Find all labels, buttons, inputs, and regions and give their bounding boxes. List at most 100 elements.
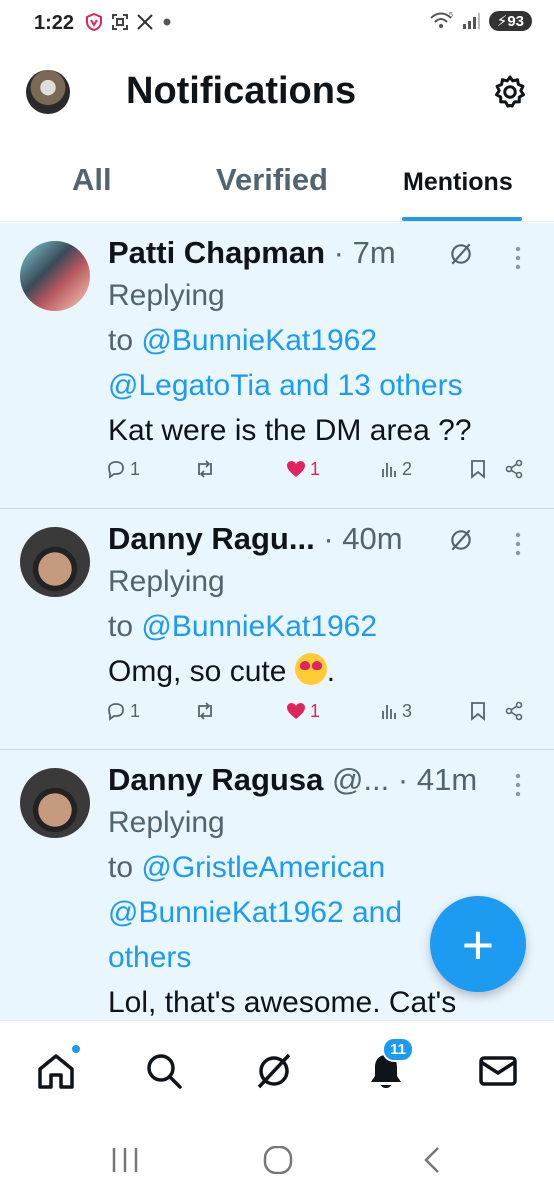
avatar[interactable] xyxy=(20,241,90,311)
nav-notifications[interactable]: 11 xyxy=(364,1037,414,1093)
reply-icon xyxy=(108,703,124,721)
status-notification-icons xyxy=(84,12,174,32)
home-icon xyxy=(38,1054,74,1089)
avatar[interactable] xyxy=(20,527,90,597)
views-count: 3 xyxy=(402,700,413,721)
views-chart-icon xyxy=(382,705,396,719)
tab-all[interactable]: All xyxy=(72,162,112,198)
wifi-icon: 5 xyxy=(430,12,453,28)
replying-label: Replying xyxy=(108,565,225,598)
nav-search[interactable] xyxy=(142,1049,186,1093)
app-header: Notifications xyxy=(0,60,554,130)
reply-button[interactable]: 1 xyxy=(106,459,140,480)
home-new-indicator xyxy=(70,1043,82,1055)
search-icon xyxy=(147,1054,182,1089)
page-title: Notifications xyxy=(126,70,357,112)
reply-button[interactable]: 1 xyxy=(106,701,140,722)
replying-to-label: to xyxy=(108,324,134,357)
author-handle: @... xyxy=(331,762,390,797)
repost-button[interactable] xyxy=(194,701,216,721)
reply-count: 1 xyxy=(130,700,141,721)
nav-home[interactable] xyxy=(34,1043,82,1093)
dot-icon xyxy=(163,18,171,26)
recent-apps-icon[interactable] xyxy=(110,1146,140,1174)
avatar[interactable] xyxy=(20,768,90,838)
mention-link[interactable]: @LegatoTia and 13 others xyxy=(108,363,534,408)
list-item[interactable]: Danny Ragu... · 40m Replying to @BunnieK… xyxy=(0,509,554,750)
mention-link[interactable]: @BunnieKat1962 xyxy=(141,324,377,357)
more-options-icon[interactable] xyxy=(512,245,524,271)
list-item[interactable]: Patti Chapman · 7m Replying to @BunnieKa… xyxy=(0,223,554,509)
replying-to-line: to @BunnieKat1962 xyxy=(108,604,534,649)
replying-to-line: to @GristleAmerican xyxy=(108,845,534,890)
views-button[interactable]: 3 xyxy=(380,701,412,722)
profile-avatar-button[interactable] xyxy=(26,70,70,114)
views-button[interactable]: 2 xyxy=(380,459,412,480)
notification-tabs: All Verified Mentions xyxy=(0,150,554,222)
post-text-line: Omg, so cute . xyxy=(108,649,534,695)
author-name[interactable]: Danny Ragu... xyxy=(108,521,315,556)
heart-filled-icon xyxy=(287,461,305,477)
heart-filled-icon xyxy=(287,703,305,719)
vpn-shield-icon xyxy=(86,12,102,32)
share-icon xyxy=(505,701,523,721)
post-time: 7m xyxy=(352,235,396,270)
bookmark-icon xyxy=(471,702,485,721)
grok-icon[interactable] xyxy=(448,527,474,553)
x-icon xyxy=(137,14,153,30)
active-tab-indicator xyxy=(402,217,522,221)
like-button[interactable]: 1 xyxy=(286,459,320,480)
grok-icon[interactable] xyxy=(448,241,474,267)
signal-icon xyxy=(462,13,480,29)
like-count: 1 xyxy=(310,458,321,479)
tab-verified[interactable]: Verified xyxy=(216,162,328,198)
views-chart-icon xyxy=(382,463,396,477)
more-options-icon[interactable] xyxy=(512,531,524,557)
settings-gear-icon[interactable] xyxy=(492,74,528,110)
replying-to-label: to xyxy=(108,851,134,884)
system-navigation-bar xyxy=(0,1120,554,1200)
replying-label: Replying xyxy=(108,806,225,839)
like-button[interactable]: 1 xyxy=(286,701,320,722)
replying-to-line: to @BunnieKat1962 xyxy=(108,318,534,363)
reply-icon xyxy=(108,461,124,479)
post-header: Danny Ragusa @... · 41m xyxy=(108,762,478,797)
post-time: 40m xyxy=(342,521,403,556)
like-count: 1 xyxy=(310,700,321,721)
compose-plus-icon: + xyxy=(461,912,495,976)
tab-mentions[interactable]: Mentions xyxy=(403,168,513,197)
screenshot-icon xyxy=(112,14,128,30)
bottom-navigation: 11 xyxy=(0,1020,554,1120)
repost-icon xyxy=(198,702,212,720)
bookmark-button[interactable] xyxy=(470,459,486,479)
battery-level: 93 xyxy=(507,13,524,30)
share-icon xyxy=(505,459,523,479)
post-time: 41m xyxy=(416,762,478,797)
share-button[interactable] xyxy=(504,701,524,721)
views-count: 2 xyxy=(402,458,413,479)
status-system-icons: 5 ⚡93 xyxy=(429,11,532,31)
more-options-icon[interactable] xyxy=(512,772,524,798)
nav-messages[interactable] xyxy=(476,1049,520,1093)
nav-grok[interactable] xyxy=(252,1049,296,1093)
replying-label: Replying xyxy=(108,279,225,312)
status-time: 1:22 xyxy=(34,12,75,34)
repost-button[interactable] xyxy=(194,459,216,479)
home-circle-icon[interactable] xyxy=(262,1146,294,1174)
grok-icon xyxy=(257,1053,291,1089)
post-text-end: . xyxy=(326,655,336,688)
reply-count: 1 xyxy=(130,458,141,479)
mention-link[interactable]: @BunnieKat1962 xyxy=(141,610,377,643)
author-name[interactable]: Danny Ragusa xyxy=(108,762,323,797)
compose-post-button[interactable]: + xyxy=(430,896,526,992)
svg-text:5: 5 xyxy=(449,12,453,19)
status-bar: 1:22 5 ⚡93 xyxy=(0,0,554,50)
author-name[interactable]: Patti Chapman xyxy=(108,235,325,270)
share-button[interactable] xyxy=(504,459,524,479)
replying-to-label: to xyxy=(108,610,134,643)
mail-icon xyxy=(479,1056,517,1086)
mention-link[interactable]: @GristleAmerican xyxy=(141,851,385,884)
bookmark-button[interactable] xyxy=(470,701,486,721)
notification-count-badge: 11 xyxy=(382,1037,414,1062)
back-chevron-icon[interactable] xyxy=(422,1146,444,1174)
